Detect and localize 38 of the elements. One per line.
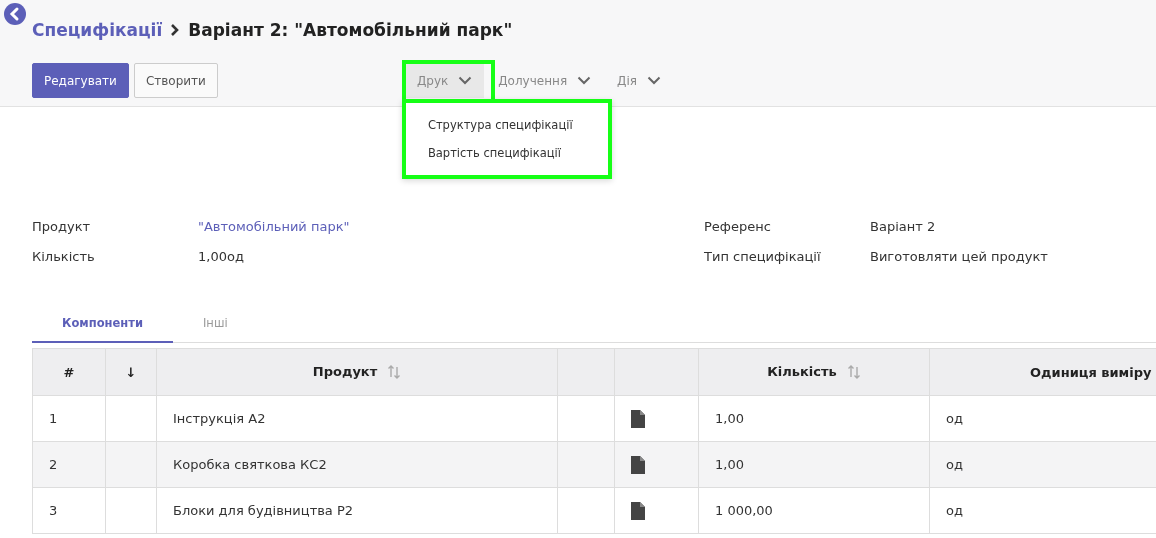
field-value: Виготовляти цей продукт bbox=[870, 249, 1048, 264]
page-title: Варіант 2: "Автомобільний парк" bbox=[188, 20, 513, 40]
create-button[interactable]: Створити bbox=[133, 63, 218, 98]
chevron-icon bbox=[170, 23, 181, 37]
table-cell: Інструкція A2 bbox=[156, 395, 558, 442]
table-cell: Блоки для будівництва P2 bbox=[156, 487, 558, 534]
back-icon[interactable] bbox=[4, 3, 26, 25]
field-value: 1,00од bbox=[198, 249, 244, 264]
chevron-down-icon[interactable] bbox=[458, 76, 473, 85]
table-cell: 2 bbox=[32, 441, 106, 488]
product-link[interactable]: "Автомобільний парк" bbox=[198, 219, 350, 234]
menu-item[interactable]: Вартість специфікації bbox=[405, 139, 608, 167]
table-cell: 1 000,00 bbox=[698, 487, 930, 534]
table-cell: од bbox=[929, 441, 1156, 488]
table-cell: 1,00 bbox=[698, 441, 930, 488]
column-header[interactable]: # bbox=[32, 348, 106, 396]
column-header[interactable]: ↓ bbox=[105, 348, 157, 396]
field-label: Кількість bbox=[32, 249, 96, 264]
document-icon[interactable] bbox=[631, 409, 645, 428]
table-cell: 3 bbox=[32, 487, 106, 534]
column-header[interactable]: Одиниця виміру bbox=[929, 348, 1156, 396]
table-cell: 1,00 bbox=[698, 395, 930, 442]
tab[interactable]: Компоненти bbox=[32, 306, 173, 343]
field-value: Варіант 2 bbox=[870, 219, 936, 234]
chevron-down-icon[interactable] bbox=[647, 76, 662, 85]
chevron-down-icon[interactable] bbox=[577, 76, 592, 85]
field-label: Референс bbox=[704, 219, 772, 234]
document-icon[interactable] bbox=[631, 501, 645, 520]
column-header[interactable]: Кількість bbox=[698, 348, 930, 396]
menu-item[interactable]: Структура специфікації bbox=[405, 111, 608, 139]
edit-button[interactable]: Редагувати bbox=[32, 63, 129, 98]
column-header[interactable]: Продукт bbox=[156, 348, 558, 396]
table-cell: Коробка святкова КС2 bbox=[156, 441, 558, 488]
field-label: Тип специфікації bbox=[704, 249, 822, 264]
field-label: Продукт bbox=[32, 219, 92, 234]
document-icon[interactable] bbox=[631, 455, 645, 474]
breadcrumb-link[interactable]: Специфікації bbox=[32, 20, 163, 40]
table-cell: 1 bbox=[32, 395, 106, 442]
